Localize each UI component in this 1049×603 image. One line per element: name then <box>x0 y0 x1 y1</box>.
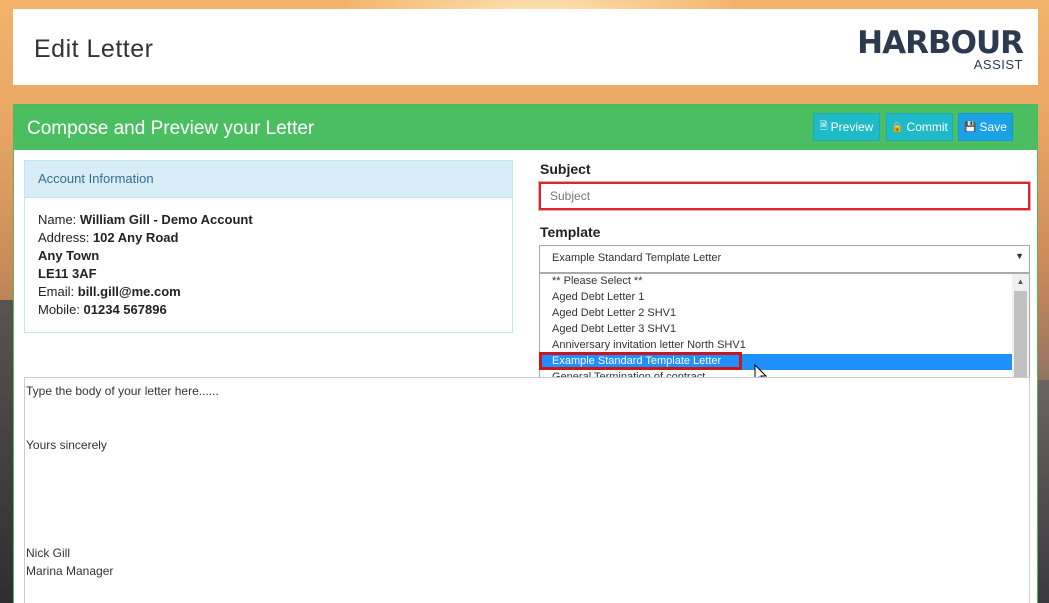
account-information-card: Account Information Name: William Gill -… <box>24 160 513 333</box>
scroll-up-arrow-icon[interactable]: ▲ <box>1012 274 1029 290</box>
compose-panel: Compose and Preview your Letter 🗎 Previe… <box>13 104 1038 603</box>
floppy-disk-icon: 💾 <box>964 121 977 133</box>
body-placeholder-line: Type the body of your letter here...... <box>26 384 219 398</box>
template-label: Template <box>540 224 601 240</box>
selection-highlight-annotation <box>539 352 742 370</box>
signer-name: Nick Gill <box>26 546 70 560</box>
preview-button[interactable]: 🗎 Preview <box>813 113 880 141</box>
subject-input[interactable] <box>539 182 1030 210</box>
address-label: Address: <box>38 230 90 245</box>
address-line2-row: Any Town <box>38 247 499 265</box>
save-button-label: Save <box>979 120 1007 134</box>
template-option[interactable]: Aged Debt Letter 2 SHV1 <box>540 306 1012 322</box>
page-header: Edit Letter HARBOUR ASSIST <box>13 9 1038 85</box>
commit-button-label: Commit <box>906 120 948 134</box>
file-pdf-icon: 🗎 <box>819 120 828 132</box>
panel-title: Compose and Preview your Letter <box>27 118 315 139</box>
account-name-row: Name: William Gill - Demo Account <box>38 211 499 229</box>
account-email: bill.gill@me.com <box>77 284 181 299</box>
template-selected-value: Example Standard Template Letter <box>552 252 722 264</box>
address-line2: Any Town <box>38 248 100 263</box>
account-mobile: 01234 567896 <box>83 302 167 317</box>
template-select[interactable]: Example Standard Template Letter ▼ <box>539 245 1030 273</box>
body-closing: Yours sincerely <box>26 438 107 452</box>
mobile-label: Mobile: <box>38 302 80 317</box>
preview-button-label: Preview <box>830 120 874 134</box>
letter-body-editor[interactable]: Type the body of your letter here...... … <box>24 377 1030 603</box>
logo-wordmark: HARBOUR <box>857 25 1024 61</box>
commit-button[interactable]: 🔒 Commit <box>886 113 953 141</box>
harbour-assist-logo: HARBOUR ASSIST <box>857 25 1024 73</box>
account-name: William Gill - Demo Account <box>79 212 253 227</box>
name-label: Name: <box>38 212 77 227</box>
address-line3-row: LE11 3AF <box>38 265 499 283</box>
address-line1: 102 Any Road <box>92 230 179 245</box>
account-mobile-row: Mobile: 01234 567896 <box>38 301 499 319</box>
account-information-heading: Account Information <box>25 161 512 198</box>
save-button[interactable]: 💾 Save <box>958 113 1013 141</box>
email-label: Email: <box>38 284 75 299</box>
body-spacer-2 <box>26 454 1028 544</box>
account-email-row: Email: bill.gill@me.com <box>38 283 499 301</box>
logo-subtitle: ASSIST <box>973 57 1023 72</box>
panel-header: Compose and Preview your Letter 🗎 Previe… <box>14 105 1037 150</box>
template-option[interactable]: Aged Debt Letter 1 <box>540 290 1012 306</box>
account-details: Name: William Gill - Demo Account Addres… <box>25 198 512 332</box>
address-line3: LE11 3AF <box>38 266 97 281</box>
body-spacer <box>26 400 1028 436</box>
lock-icon: 🔒 <box>891 121 904 133</box>
page-title: Edit Letter <box>34 35 154 63</box>
dropdown-arrow-icon: ▼ <box>1015 251 1024 261</box>
template-option[interactable]: ** Please Select ** <box>540 274 1012 290</box>
subject-label: Subject <box>540 161 591 177</box>
signer-title: Marina Manager <box>26 564 114 578</box>
template-option[interactable]: Aged Debt Letter 3 SHV1 <box>540 322 1012 338</box>
account-address-row: Address: 102 Any Road <box>38 229 499 247</box>
